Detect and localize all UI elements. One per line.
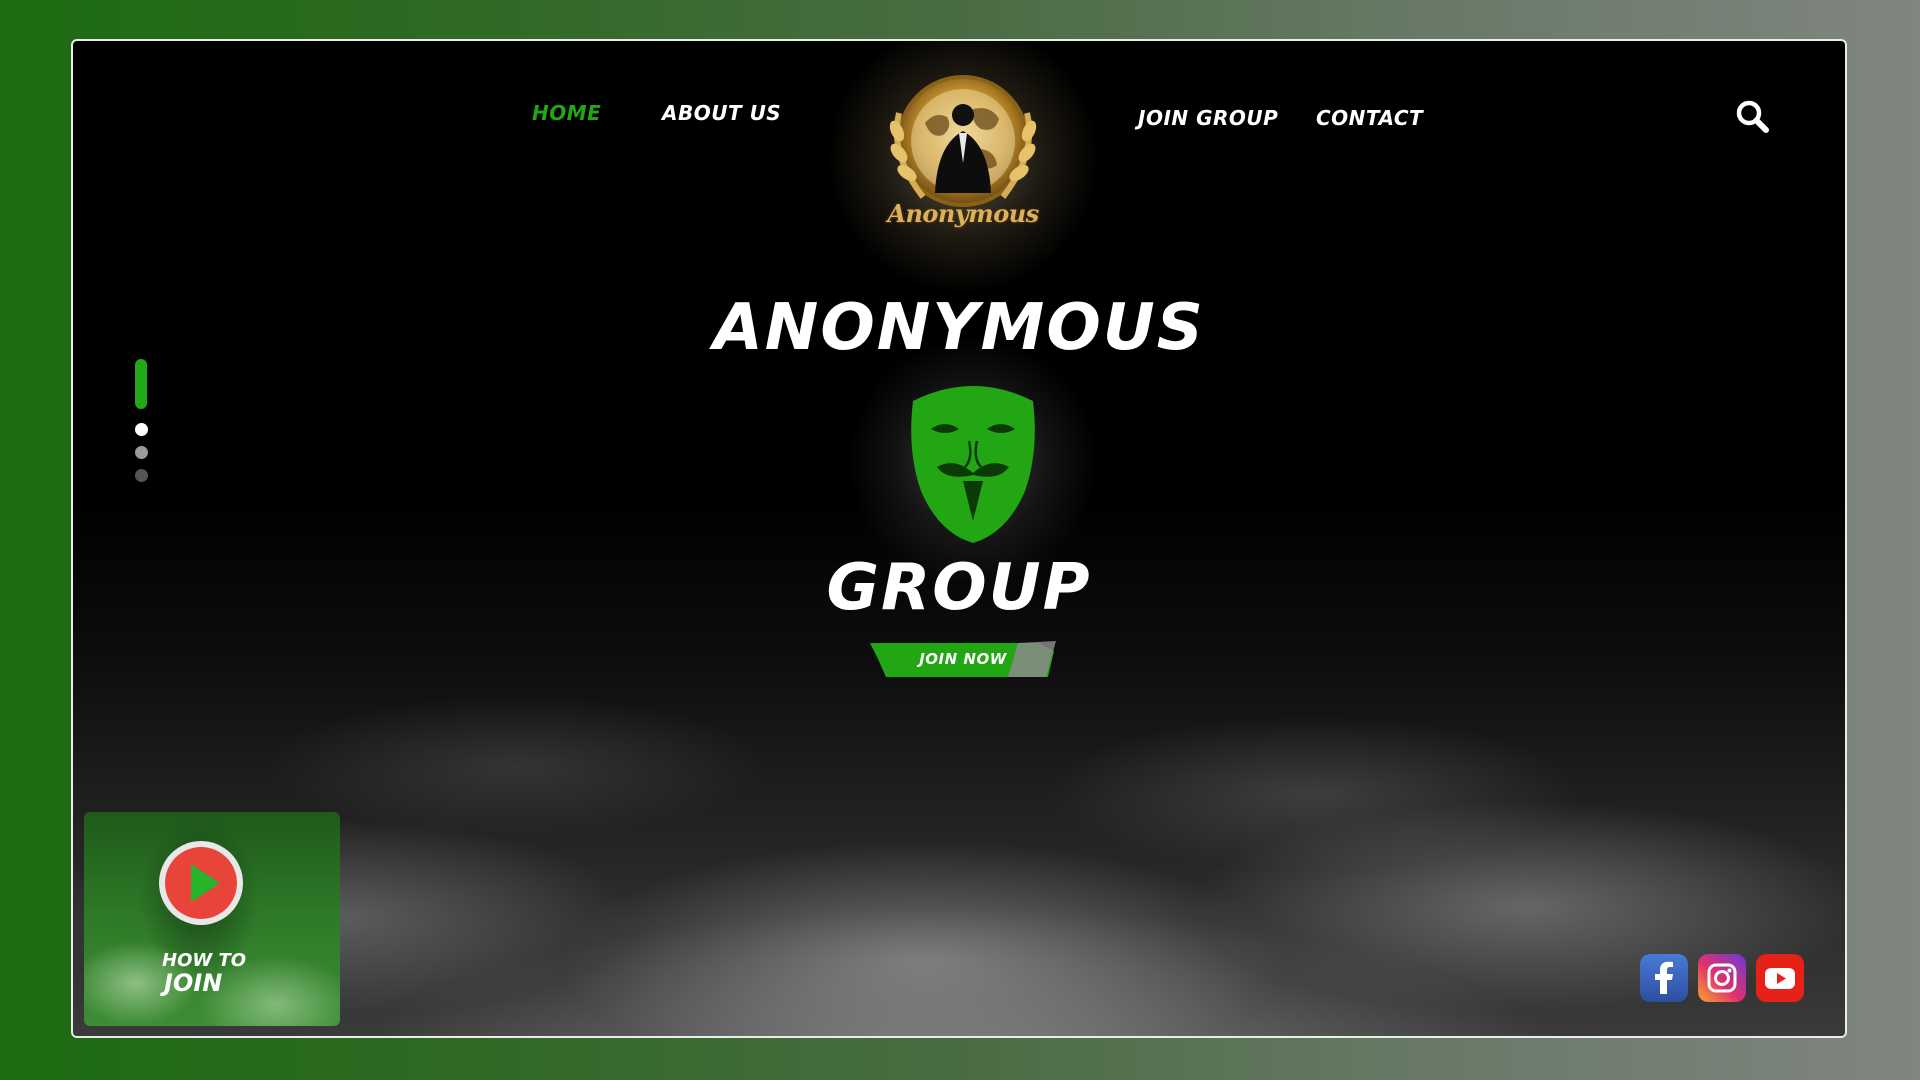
hero-mask (843, 331, 1103, 591)
nav-join-group[interactable]: JOIN GROUP (1138, 106, 1278, 130)
nav-contact[interactable]: CONTACT (1316, 106, 1423, 130)
facebook-icon (1640, 954, 1688, 1002)
play-icon (159, 841, 243, 925)
how-to-join-video[interactable]: HOW TO JOIN (84, 812, 340, 1026)
hero-subtitle: GROUP (826, 551, 1092, 625)
slider-dot-2[interactable] (135, 423, 148, 436)
guy-fawkes-mask-icon (911, 386, 1035, 543)
youtube-icon (1756, 954, 1804, 1002)
nav-about-us[interactable]: ABOUT US (662, 101, 781, 125)
facebook-link[interactable] (1640, 954, 1688, 1002)
video-label-line1: HOW TO (162, 950, 247, 971)
instagram-icon (1698, 954, 1746, 1002)
join-now-button[interactable]: JOIN NOW (868, 641, 1058, 679)
nav-home[interactable]: HOME (532, 101, 601, 125)
site-frame: HOME ABOUT US JOIN GROUP CONTACT Anonymo… (71, 39, 1847, 1038)
join-now-label: JOIN NOW (919, 650, 1007, 668)
slider-pagination (131, 359, 151, 492)
slider-dot-4[interactable] (135, 469, 148, 482)
search-icon (1736, 100, 1769, 133)
video-label-line2: JOIN (164, 969, 223, 997)
logo-text: Anonymous (887, 199, 1039, 228)
youtube-link[interactable] (1756, 954, 1804, 1002)
slider-dot-active[interactable] (135, 359, 147, 409)
slider-dot-3[interactable] (135, 446, 148, 459)
instagram-link[interactable] (1698, 954, 1746, 1002)
site-logo[interactable]: Anonymous (823, 41, 1103, 293)
search-button[interactable] (1733, 97, 1773, 137)
